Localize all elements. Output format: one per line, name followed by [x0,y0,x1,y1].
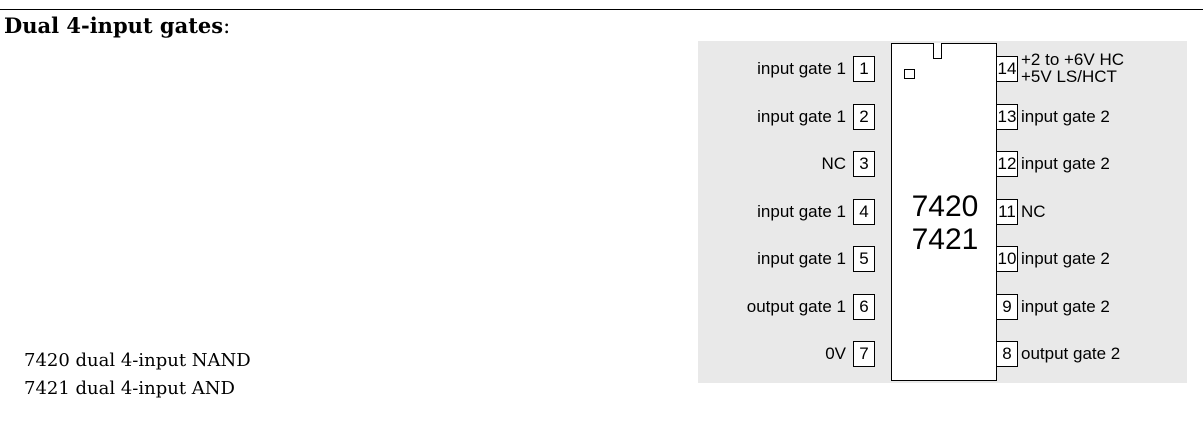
description-7421: 7421 dual 4-input AND [24,378,235,399]
pin-14-label: +2 to +6V HC +5V LS/HCT [1021,51,1124,85]
pin-13-label: input gate 2 [1021,106,1110,126]
pin-3: 3 [853,151,875,177]
pin-8-label: output gate 2 [1021,344,1121,363]
pin-2-label: input gate 1 [757,106,846,126]
section-heading: Dual 4-input gates: [4,13,230,38]
chip-notch [933,43,942,59]
pin-9-label: input gate 2 [1021,296,1110,316]
pin-2: 2 [853,103,875,130]
pin-14-label-line2: +5V LS/HCT [1021,67,1117,86]
chip-body: 7420 7421 [891,43,997,381]
pin-4: 4 [853,198,875,225]
pin-8: 8 [996,341,1018,367]
pin-1-label: input gate 1 [757,59,846,78]
pin-6: 6 [853,293,875,320]
heading-bold: Dual 4-input gates [4,13,224,38]
top-rule [0,9,1203,10]
heading-suffix: : [223,14,231,38]
pin-10-label: input gate 2 [1021,249,1110,268]
pin-12: 12 [996,151,1018,177]
pin-5-label: input gate 1 [757,249,846,268]
pin-11: 11 [996,198,1018,225]
pin-11-label: NC [1021,201,1046,221]
pin-13: 13 [996,103,1018,130]
pin-12-label: input gate 2 [1021,154,1110,173]
pinout-diagram: 7420 7421 1 input gate 1 2 input gate 1 3 NC 4… [698,41,1187,383]
pin1-marker-icon [904,69,915,79]
description-7420: 7420 dual 4-input NAND [24,350,251,371]
pin-4-label: input gate 1 [757,201,846,221]
pin-9: 9 [996,293,1018,320]
chip-label-7421: 7421 [911,223,979,256]
pin-14: 14 [996,56,1018,82]
pin-10: 10 [996,246,1018,272]
chip-label-7420: 7420 [911,190,979,223]
pin-7-label: 0V [825,344,846,363]
pin-3-label: NC [821,154,846,173]
pin-5: 5 [853,246,875,272]
pin-14-label-line1: +2 to +6V HC [1021,50,1125,69]
pin-6-label: output gate 1 [746,296,846,316]
pin-7: 7 [853,341,875,367]
pin-1: 1 [853,56,875,82]
